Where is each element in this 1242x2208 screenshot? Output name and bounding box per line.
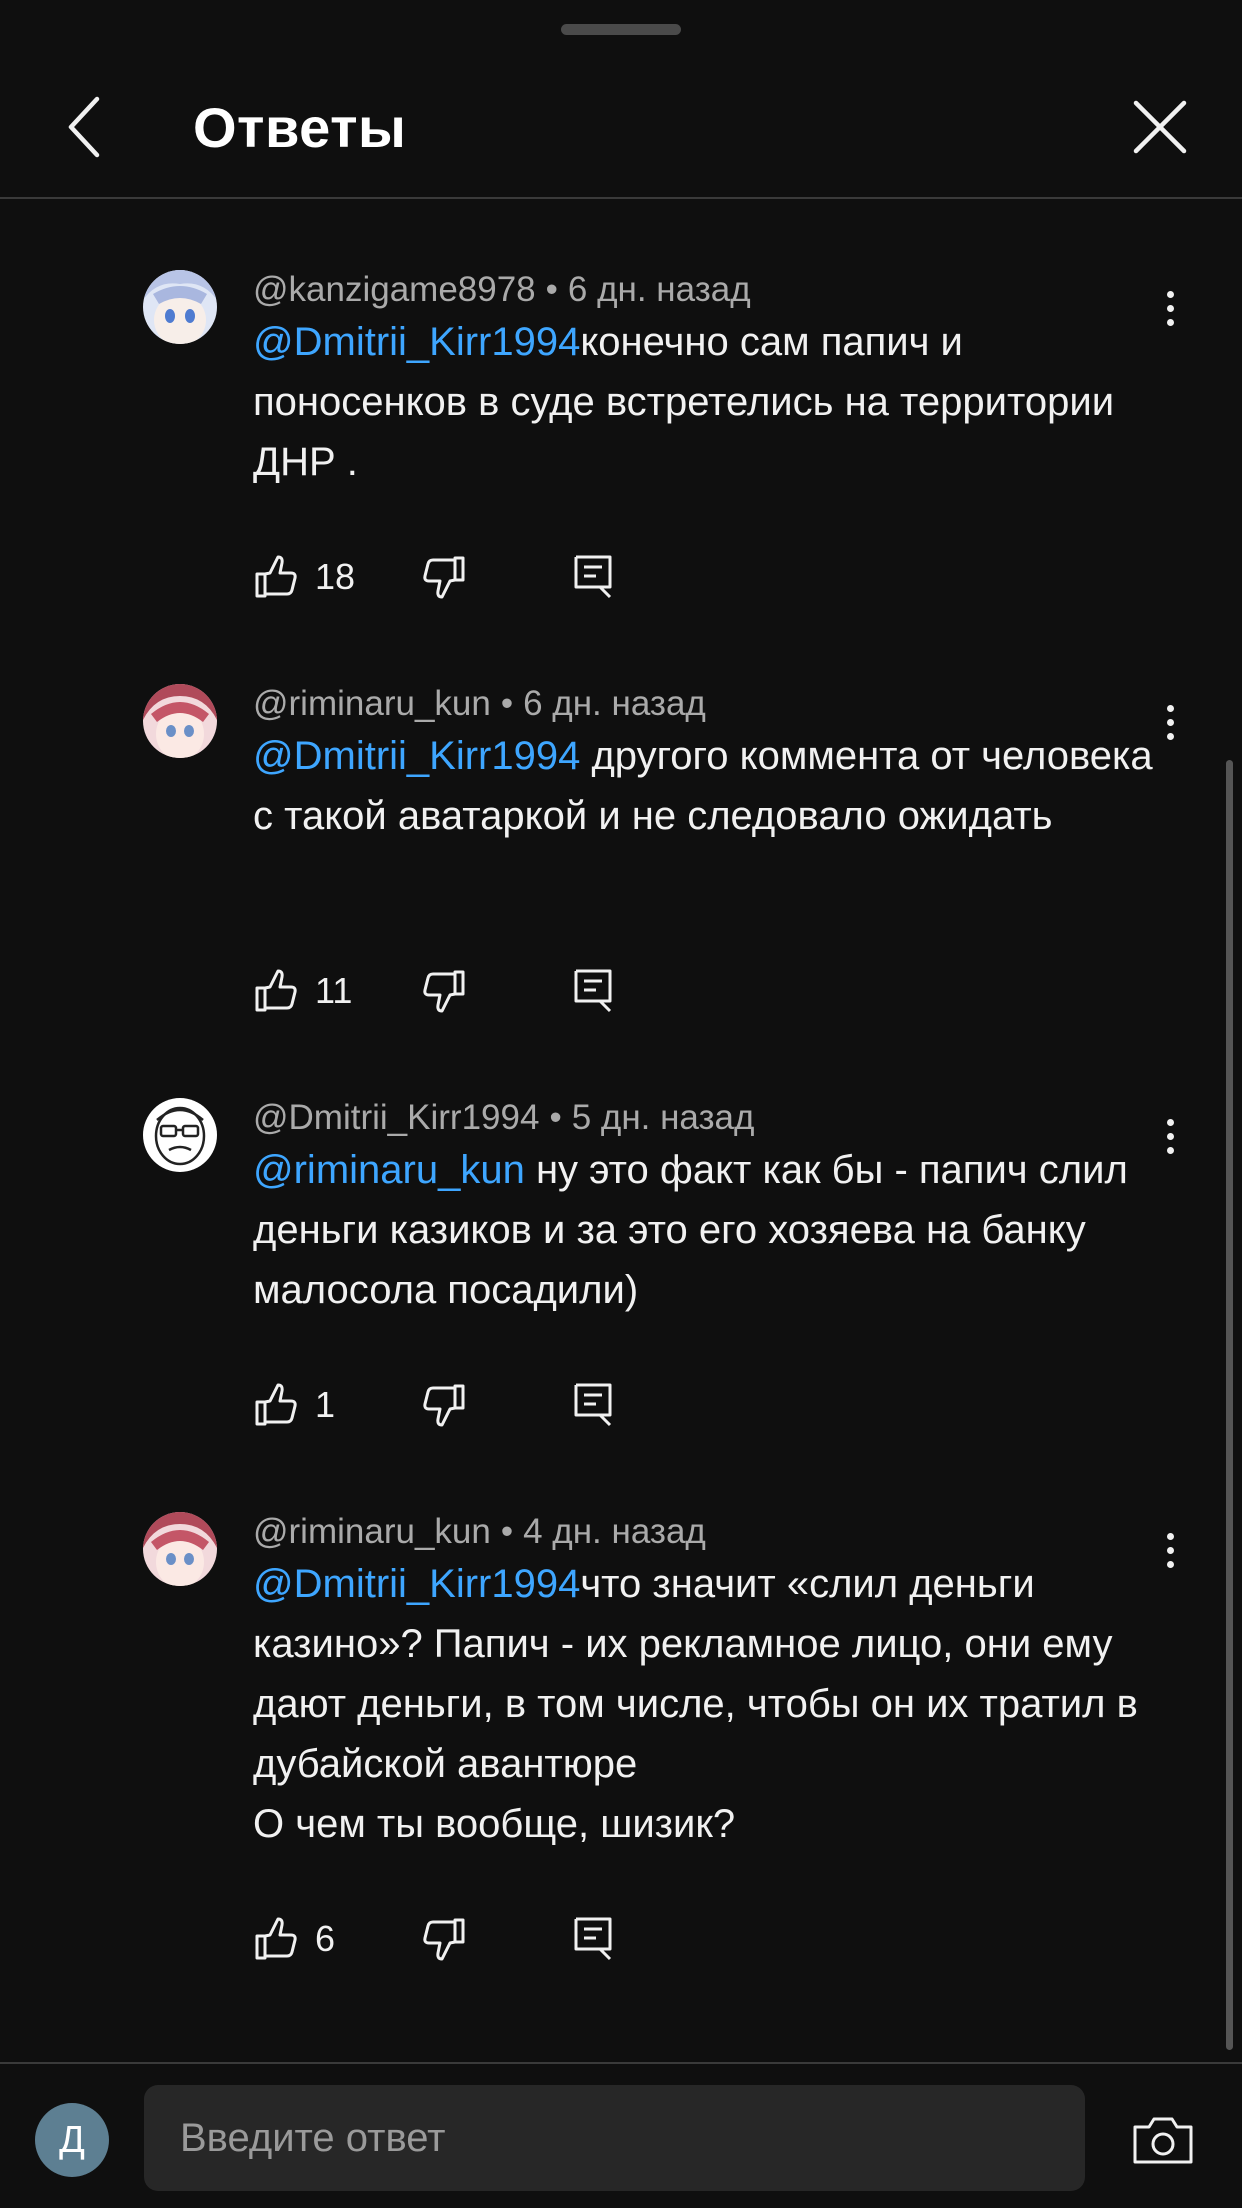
comment-author[interactable]: @riminaru_kun <box>253 1512 491 1551</box>
more-vert-icon <box>1166 704 1174 712</box>
camera-button[interactable] <box>1130 2110 1196 2170</box>
comment-time: 5 дн. назад <box>571 1098 755 1137</box>
scrollbar[interactable] <box>1226 760 1233 2050</box>
comment-time: 4 дн. назад <box>523 1512 706 1551</box>
like-count: 6 <box>315 1918 336 1959</box>
thumbs-up-icon <box>255 969 297 1012</box>
reply-icon <box>574 555 612 599</box>
like-button[interactable]: 6 <box>253 1914 335 1964</box>
like-count: 11 <box>315 970 353 1011</box>
comment-meta: @riminaru_kun • 4 дн. назад <box>253 1512 706 1551</box>
replies-sheet: Ответы @kanzigame8978 • 6 дн. назад @Dmi… <box>0 0 1242 2208</box>
comment-meta: @riminaru_kun • 6 дн. назад <box>253 684 706 723</box>
comment-time: 6 дн. назад <box>523 684 706 723</box>
comment-text: @Dmitrii_Kirr1994что значит «слил деньги… <box>253 1554 1173 1854</box>
comment-text: @riminaru_kun ну это факт как бы - папич… <box>253 1140 1173 1320</box>
dislike-button[interactable] <box>421 1380 467 1430</box>
thumbs-down-icon <box>423 1384 465 1427</box>
mention-link[interactable]: @Dmitrii_Kirr1994 <box>253 1562 580 1606</box>
reply-button[interactable] <box>573 1914 613 1964</box>
mention-link[interactable]: @Dmitrii_Kirr1994 <box>253 734 580 778</box>
thumbs-down-icon <box>423 970 465 1013</box>
avatar[interactable] <box>143 684 217 758</box>
comment-time: 6 дн. назад <box>567 270 751 309</box>
replies-list[interactable]: @kanzigame8978 • 6 дн. назад @Dmitrii_Kirr… <box>0 201 1242 2061</box>
reply-button[interactable] <box>573 966 613 1016</box>
comment-body-line: О чем ты вообще, шизик? <box>253 1802 736 1846</box>
thumbs-down-icon <box>423 1918 465 1961</box>
close-icon <box>1133 100 1187 154</box>
avatar[interactable] <box>143 1512 217 1586</box>
avatar[interactable]: Д <box>35 2103 109 2177</box>
thumbs-down-icon <box>423 556 465 599</box>
like-button[interactable]: 1 <box>253 1380 335 1430</box>
mention-link[interactable]: @riminaru_kun <box>253 1148 525 1192</box>
dislike-button[interactable] <box>421 1914 467 1964</box>
thumbs-up-icon <box>255 1917 297 1960</box>
comment-text: @Dmitrii_Kirr1994 другого коммента от че… <box>253 726 1173 846</box>
more-vert-icon <box>1166 1532 1174 1540</box>
mention-link[interactable]: @Dmitrii_Kirr1994 <box>253 320 580 364</box>
comment-actions: 6 <box>253 1914 673 1964</box>
comment-actions: 11 <box>253 966 673 1016</box>
dislike-button[interactable] <box>421 552 467 602</box>
comment-meta: @kanzigame8978 • 6 дн. назад <box>253 270 751 309</box>
reply-button[interactable] <box>573 1380 613 1430</box>
comment-meta: @Dmitrii_Kirr1994 • 5 дн. назад <box>253 1098 755 1137</box>
avatar[interactable] <box>143 270 217 344</box>
header: Ответы <box>0 0 1242 199</box>
reply-input[interactable] <box>144 2085 1085 2191</box>
comment-author[interactable]: @kanzigame8978 <box>253 270 536 309</box>
dislike-button[interactable] <box>421 966 467 1016</box>
comment-actions: 1 <box>253 1380 673 1430</box>
chevron-left-icon <box>68 96 100 158</box>
more-vert-icon <box>1166 1118 1174 1126</box>
more-vert-icon <box>1166 290 1174 298</box>
like-button[interactable]: 18 <box>253 552 355 602</box>
like-count: 1 <box>315 1384 336 1425</box>
comment-actions: 18 <box>253 552 673 602</box>
reply-icon <box>574 1917 612 1961</box>
reply-button[interactable] <box>573 552 613 602</box>
thumbs-up-icon <box>255 1383 297 1426</box>
avatar[interactable] <box>143 1098 217 1172</box>
comment-text: @Dmitrii_Kirr1994конечно сам папич и пон… <box>253 312 1173 492</box>
like-button[interactable]: 11 <box>253 966 352 1016</box>
camera-icon <box>1133 2117 1193 2164</box>
comment-author[interactable]: @riminaru_kun <box>253 684 491 723</box>
reply-icon <box>574 1383 612 1427</box>
like-count: 18 <box>315 556 356 597</box>
thumbs-up-icon <box>255 555 297 598</box>
comment-author[interactable]: @Dmitrii_Kirr1994 <box>253 1098 539 1137</box>
page-title: Ответы <box>193 96 407 159</box>
reply-composer: Д <box>0 2062 1242 2208</box>
close-button[interactable] <box>1120 90 1200 164</box>
back-button[interactable] <box>50 82 120 172</box>
reply-icon <box>574 969 612 1013</box>
